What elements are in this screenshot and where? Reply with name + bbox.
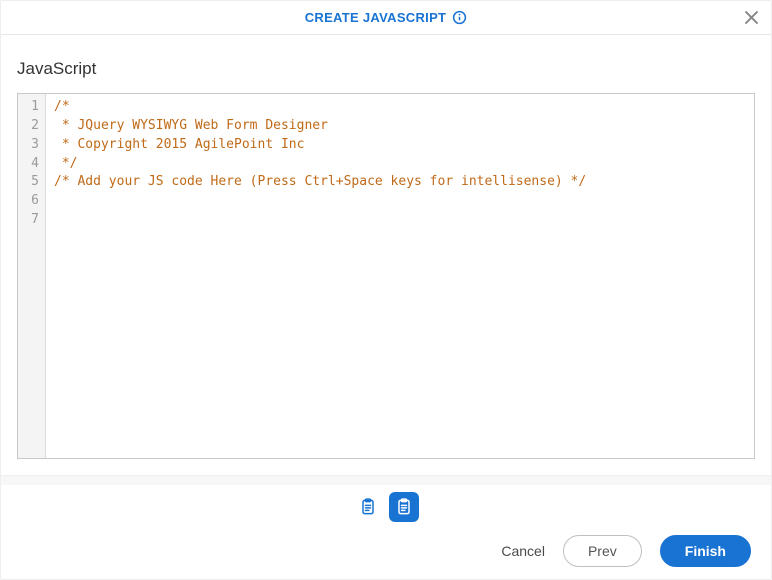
code-line: * Copyright 2015 AgilePoint Inc	[54, 136, 746, 155]
dialog-actions: Cancel Prev Finish	[1, 529, 771, 579]
line-number: 4	[28, 155, 39, 174]
dialog-title-wrap: CREATE JAVASCRIPT	[305, 10, 468, 25]
editor-gutter: 1234567	[18, 94, 46, 458]
step-pager	[1, 485, 771, 529]
info-icon[interactable]	[452, 10, 467, 25]
line-number: 5	[28, 173, 39, 192]
dialog-window: CREATE JAVASCRIPT JavaScript 1234567 /* …	[0, 0, 772, 580]
code-line: * JQuery WYSIWYG Web Form Designer	[54, 117, 746, 136]
line-number: 7	[28, 211, 39, 230]
code-line: /* Add your JS code Here (Press Ctrl+Spa…	[54, 173, 746, 192]
line-number: 1	[28, 98, 39, 117]
line-number: 2	[28, 117, 39, 136]
prev-button[interactable]: Prev	[563, 535, 642, 567]
line-number: 3	[28, 136, 39, 155]
section-title: JavaScript	[17, 59, 755, 79]
step-2-button[interactable]	[389, 492, 419, 522]
dialog-titlebar: CREATE JAVASCRIPT	[1, 1, 771, 35]
cancel-button[interactable]: Cancel	[501, 543, 545, 559]
code-line: */	[54, 155, 746, 174]
footer-separator	[1, 475, 771, 485]
code-line: /*	[54, 98, 746, 117]
line-number: 6	[28, 192, 39, 211]
editor-code-area[interactable]: /* * JQuery WYSIWYG Web Form Designer * …	[46, 94, 754, 458]
dialog-body: JavaScript 1234567 /* * JQuery WYSIWYG W…	[1, 35, 771, 475]
dialog-title: CREATE JAVASCRIPT	[305, 10, 447, 25]
code-editor[interactable]: 1234567 /* * JQuery WYSIWYG Web Form Des…	[17, 93, 755, 459]
close-button[interactable]	[741, 8, 761, 28]
finish-button[interactable]: Finish	[660, 535, 751, 567]
step-1-button[interactable]	[353, 492, 383, 522]
